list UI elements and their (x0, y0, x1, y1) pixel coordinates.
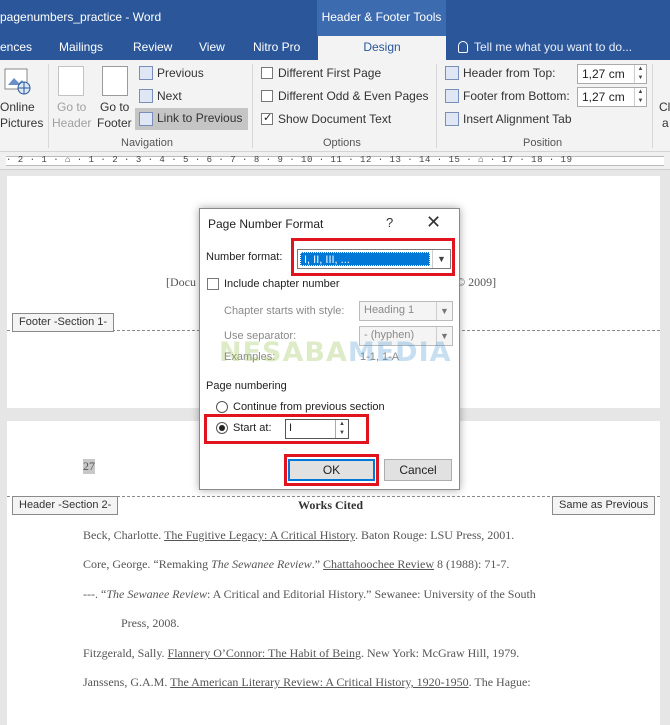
ribbon-tabs: ences Mailings Review View Nitro Pro Des… (0, 36, 670, 60)
checkbox-box (261, 67, 273, 79)
different-odd-even-label: Different Odd & Even Pages (278, 89, 429, 103)
page-numbering-label: Page numbering (206, 380, 287, 392)
alignment-tab-icon (445, 112, 459, 126)
tab-view[interactable]: View (199, 40, 225, 54)
navigation-group-label: Navigation (121, 137, 173, 149)
checkbox-box-checked (261, 111, 273, 125)
footer-from-bottom-icon (445, 89, 459, 103)
cancel-button[interactable]: Cancel (384, 459, 452, 481)
different-first-page-label: Different First Page (278, 66, 382, 80)
citation-2: Core, George. “Remaking The Sewanee Revi… (83, 557, 510, 571)
footer-text-left: [Docu (166, 275, 196, 289)
go-to-header-label-1: Go to (57, 100, 87, 114)
link-to-previous-button[interactable]: Link to Previous (135, 108, 248, 130)
position-group-label: Position (523, 137, 563, 149)
ribbon-separator (252, 64, 253, 148)
chapter-style-select[interactable]: Heading 1 ▼ (359, 301, 453, 321)
go-to-footer-label-1: Go to (100, 100, 130, 114)
footer-from-bottom-value: 1,27 cm (582, 90, 625, 104)
number-format-value: I, II, III, ... (300, 252, 430, 266)
checkbox-box (207, 278, 219, 290)
tab-design[interactable]: Design (318, 36, 446, 60)
spinner-arrows[interactable]: ▲ ▼ (335, 420, 348, 438)
header-from-top-icon (445, 66, 459, 80)
works-cited-heading: Works Cited (298, 498, 364, 512)
include-chapter-number-label: Include chapter number (224, 278, 340, 290)
lightbulb-icon (458, 41, 468, 53)
radio-button (216, 401, 228, 413)
continue-label: Continue from previous section (233, 401, 385, 413)
online-pictures-icon (4, 68, 31, 95)
previous-label: Previous (157, 66, 204, 80)
header-footer-tools-group: Header & Footer Tools (317, 0, 446, 36)
ribbon-separator (652, 64, 653, 148)
nesabamedia-watermark: NESABAMEDIA (219, 337, 452, 368)
same-as-previous-tag: Same as Previous (552, 496, 656, 515)
go-to-footer-icon (102, 66, 128, 96)
options-group-label: Options (323, 137, 361, 149)
tab-nitro-pro[interactable]: Nitro Pro (253, 40, 300, 54)
window-title: pagenumbers_practice - Word (0, 10, 162, 24)
go-to-header-icon (58, 66, 84, 96)
radio-button-selected (216, 422, 228, 434)
ribbon: Online Pictures Go to Header Go to Foote… (0, 60, 670, 152)
citation-3: ---. “The Sewanee Review: A Critical and… (83, 587, 536, 601)
start-at-input[interactable]: I ▲ ▼ (285, 419, 349, 439)
tell-me-text: Tell me what you want to do... (474, 40, 633, 54)
citation-5: Janssens, G.A.M. The American Literary R… (83, 675, 531, 689)
number-format-select[interactable]: I, II, III, ... ▼ (297, 249, 451, 269)
online-pictures-label-2: Pictures (0, 116, 44, 130)
online-pictures-label-1: Online (0, 100, 35, 114)
horizontal-ruler[interactable]: · 2 · 1 · ⌂ · 1 · 2 · 3 · 4 · 5 · 6 · 7 … (0, 152, 670, 170)
chapter-starts-label: Chapter starts with style: (224, 305, 345, 317)
footer-section-1-tag: Footer -Section 1- (12, 313, 115, 332)
help-button[interactable]: ? (386, 215, 393, 230)
page-number-format-dialog: Page Number Format ? ✕ Number format: I,… (199, 208, 460, 490)
footer-from-bottom-input[interactable]: 1,27 cm ▲ ▼ (577, 87, 647, 107)
header-from-top-value: 1,27 cm (582, 67, 625, 81)
tab-review[interactable]: Review (133, 40, 172, 54)
ruler-scale: · 2 · 1 · ⌂ · 1 · 2 · 3 · 4 · 5 · 6 · 7 … (6, 155, 573, 165)
citation-3-continued: Press, 2008. (121, 616, 180, 630)
tab-references[interactable]: ences (0, 40, 32, 54)
spinner-arrows[interactable]: ▲ ▼ (634, 65, 646, 83)
tell-me-box[interactable]: Tell me what you want to do... (458, 40, 632, 54)
spinner-arrows[interactable]: ▲ ▼ (634, 88, 646, 106)
tab-mailings[interactable]: Mailings (59, 40, 103, 54)
close-header-label-2[interactable]: a (662, 116, 669, 130)
go-to-header-label-2: Header (52, 116, 92, 130)
link-icon (139, 112, 153, 126)
footer-text-right: © 2009] (456, 275, 497, 289)
next-label: Next (157, 89, 182, 103)
chevron-down-icon[interactable]: ▼ (432, 250, 450, 268)
next-icon (139, 89, 153, 103)
footer-from-bottom-label: Footer from Bottom: (463, 89, 570, 103)
chapter-style-value: Heading 1 (364, 304, 415, 316)
previous-icon (139, 66, 153, 80)
close-icon[interactable]: ✕ (426, 212, 441, 233)
header-from-top-input[interactable]: 1,27 cm ▲ ▼ (577, 64, 647, 84)
link-to-previous-label: Link to Previous (157, 111, 243, 125)
close-header-label-1[interactable]: Cl (659, 100, 670, 114)
page-number-field[interactable]: 27 (83, 459, 95, 474)
checkbox-box (261, 90, 273, 102)
start-at-label: Start at: (233, 422, 272, 434)
ribbon-separator (436, 64, 437, 148)
start-at-value: I (289, 422, 293, 434)
insert-alignment-tab-label: Insert Alignment Tab (463, 112, 572, 126)
citation-4: Fitzgerald, Sally. Flannery O’Connor: Th… (83, 646, 520, 660)
number-format-label: Number format: (206, 251, 283, 263)
chevron-down-icon: ▼ (436, 302, 452, 320)
go-to-footer-label-2: Footer (97, 116, 132, 130)
ok-button[interactable]: OK (288, 459, 375, 481)
ribbon-separator (48, 64, 49, 148)
dialog-title: Page Number Format (208, 217, 324, 231)
show-document-text-label: Show Document Text (278, 112, 392, 126)
citation-1: Beck, Charlotte. The Fugitive Legacy: A … (83, 528, 515, 542)
header-section-2-tag: Header -Section 2- (12, 496, 119, 515)
header-from-top-label: Header from Top: (463, 66, 556, 80)
